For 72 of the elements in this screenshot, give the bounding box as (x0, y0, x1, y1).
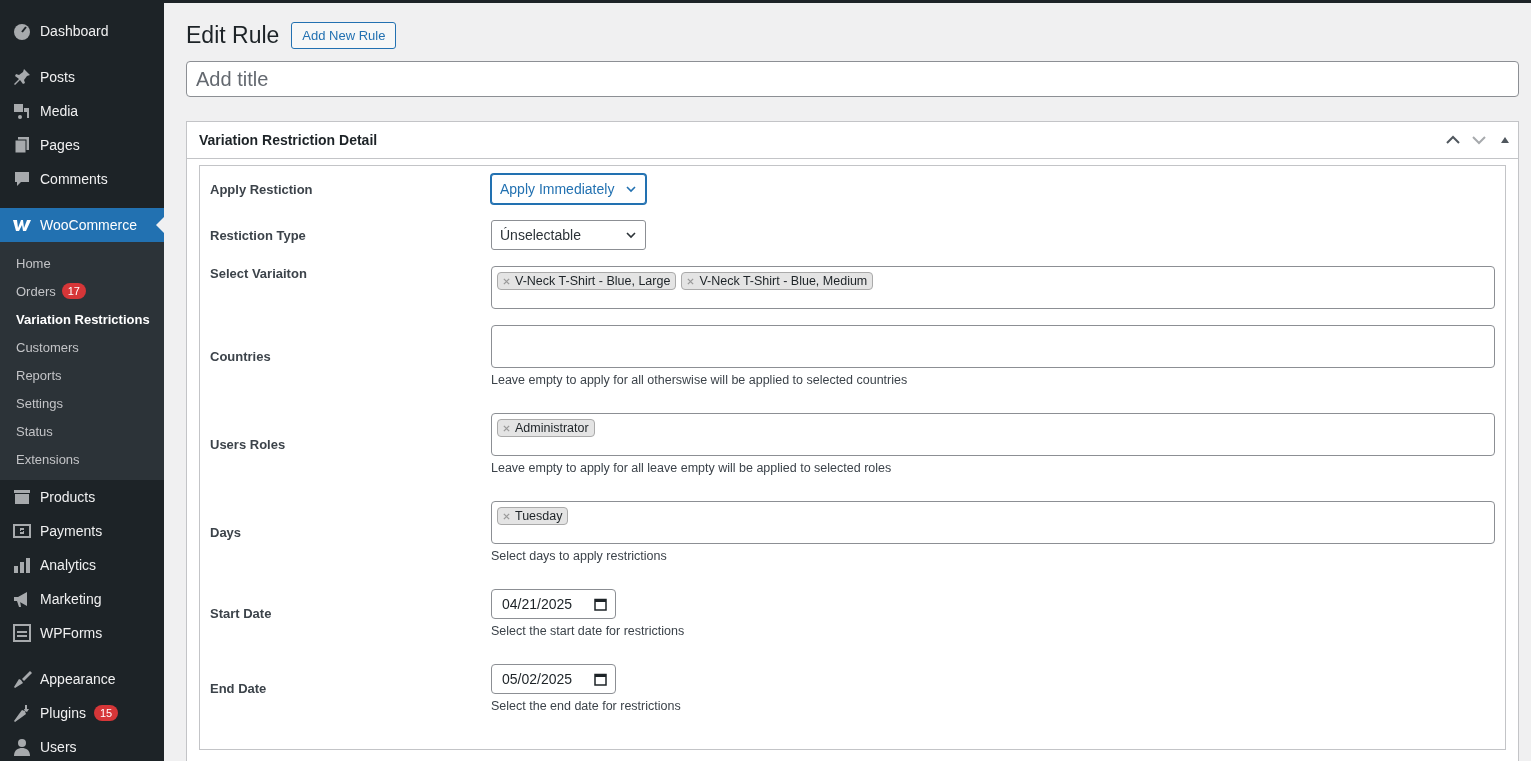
sidebar-menu-item[interactable]: Users (0, 730, 164, 761)
metabox-title: Variation Restriction Detail (199, 132, 379, 148)
sidebar-menu-item[interactable]: Analytics (0, 548, 164, 582)
field-label: Apply Restiction (210, 181, 314, 197)
dollar-card-icon (12, 521, 32, 541)
sidebar-menu-item[interactable]: WPForms (0, 616, 164, 650)
selected-tag[interactable]: V-Neck T-Shirt - Blue, Large (497, 272, 677, 290)
chevron-down-icon (625, 229, 637, 241)
form-icon (12, 623, 32, 643)
submenu-link[interactable]: Reports (0, 361, 164, 389)
bar-chart-icon (12, 555, 32, 575)
sidebar-menu-item[interactable]: Comments (0, 162, 164, 196)
calendar-icon[interactable] (594, 597, 608, 611)
sidebar-menu-item[interactable]: Dashboard (0, 14, 164, 48)
selected-tag[interactable]: Administrator (497, 419, 595, 437)
field-label: Days (210, 524, 243, 540)
multi-select-field[interactable]: Administrator (491, 413, 1495, 456)
selected-tag[interactable]: V-Neck T-Shirt - Blue, Medium (681, 272, 874, 290)
archive-box-icon (12, 487, 32, 507)
submenu-link[interactable]: Home (0, 249, 164, 277)
sidebar-menu-item[interactable]: Appearance (0, 662, 164, 696)
count-badge: 17 (61, 283, 86, 299)
help-text: Select the end date for restrictions (491, 699, 682, 713)
date-input-field[interactable]: 05/02/2025 (491, 664, 617, 694)
field-label: Users Roles (210, 436, 287, 452)
remove-x-icon[interactable] (503, 277, 510, 285)
selected-tag[interactable]: Tuesday (497, 507, 569, 525)
select-dropdown[interactable]: Únselectable (491, 220, 646, 250)
dashboard-gauge-icon (12, 21, 32, 41)
submenu-link[interactable]: Customers (0, 333, 164, 361)
select-dropdown[interactable]: Apply Immediately (491, 174, 646, 204)
submenu-link[interactable]: Orders 17 (0, 277, 164, 305)
remove-x-icon[interactable] (503, 424, 510, 432)
sidebar-menu-item[interactable]: Marketing (0, 582, 164, 616)
multi-select-field[interactable]: Tuesday (491, 501, 1495, 544)
submenu-link[interactable]: Settings (0, 389, 164, 417)
help-text: Select days to apply restrictions (491, 549, 668, 563)
sidebar-menu-item[interactable]: Products (0, 480, 164, 514)
sidebar-menu-item[interactable]: Plugins 15 (0, 696, 164, 730)
media-icon (12, 101, 32, 121)
sidebar-menu-item[interactable]: Media (0, 94, 164, 128)
submenu-link[interactable]: Extensions (0, 445, 164, 473)
pushpin-icon (12, 67, 32, 87)
remove-x-icon[interactable] (503, 512, 510, 520)
remove-x-icon[interactable] (687, 277, 695, 285)
paintbrush-icon (12, 669, 32, 689)
multi-select-field[interactable] (491, 325, 1495, 368)
person-icon (12, 737, 32, 757)
count-badge: 15 (93, 705, 119, 721)
chevron-down-icon (625, 183, 637, 195)
sidebar-menu-item[interactable]: WooCommerce (0, 208, 164, 242)
date-input-field[interactable]: 04/21/2025 (491, 589, 617, 619)
title-input-field[interactable]: Add title (186, 61, 1519, 97)
help-text: Select the start date for restrictions (491, 624, 686, 638)
page-heading: Edit Rule (186, 22, 280, 49)
field-label: Restiction Type (210, 227, 307, 243)
field-label: Select Variaiton (210, 266, 308, 281)
field-label: Countries (210, 348, 272, 364)
multi-select-field[interactable]: V-Neck T-Shirt - Blue, Large V-Neck T-Shirt - Blue, Medium (491, 266, 1495, 309)
help-text: Leave empty to apply for all otherswise will be applied to selected countries (491, 373, 909, 387)
submenu-link[interactable]: Status (0, 417, 164, 445)
submenu-link[interactable]: Variation Restrictions (0, 305, 164, 333)
speech-bubble-icon (12, 169, 32, 189)
field-label: End Date (210, 681, 268, 696)
help-text: Leave empty to apply for all leave empty will be applied to selected roles (491, 461, 893, 475)
sidebar-menu-item[interactable]: Payments (0, 514, 164, 548)
sidebar-menu-item[interactable]: Pages (0, 128, 164, 162)
sidebar-menu-item[interactable]: Posts (0, 60, 164, 94)
pages-icon (12, 135, 32, 155)
add-new-rule-button[interactable]: Add New Rule (291, 22, 397, 49)
calendar-icon[interactable] (594, 672, 608, 686)
field-label: Start Date (210, 606, 273, 621)
